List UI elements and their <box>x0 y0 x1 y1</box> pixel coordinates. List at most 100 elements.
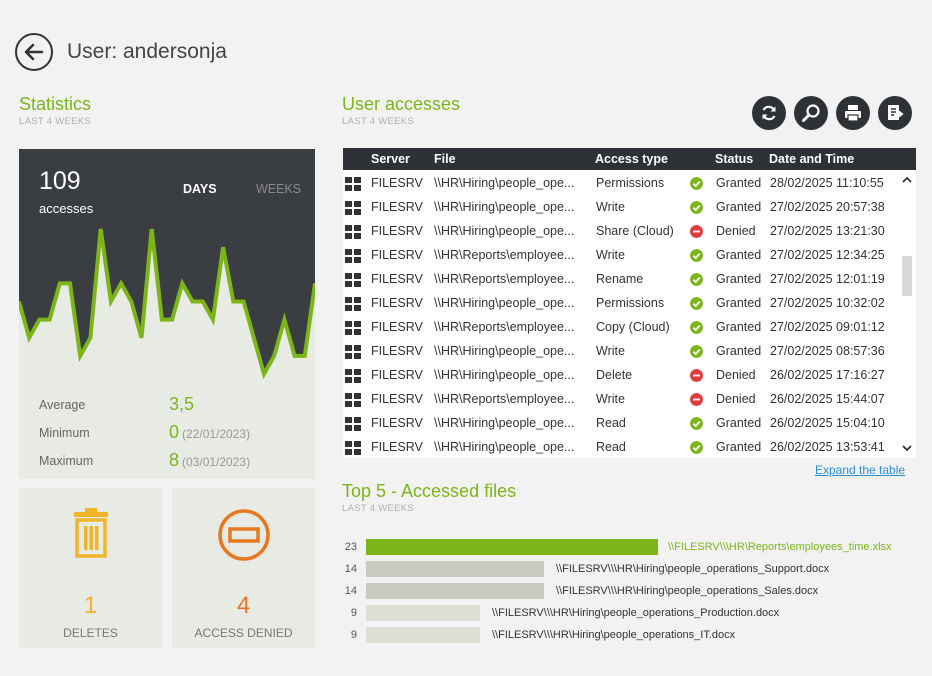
cell-file: \\HR\Reports\employee... <box>434 248 575 262</box>
deletes-card[interactable]: 1 DELETES <box>19 488 162 648</box>
arrow-left-icon <box>24 43 44 61</box>
cell-status: Denied <box>716 368 756 382</box>
table-row[interactable]: FILESRV \\HR\Reports\employee... Rename Gra… <box>343 268 898 292</box>
page-title: User: andersonja <box>67 40 227 63</box>
table-header: Server File Access type Status Date and … <box>343 148 916 170</box>
print-button[interactable] <box>836 96 870 130</box>
windows-icon <box>345 321 361 335</box>
export-button[interactable] <box>878 96 912 130</box>
user-accesses-subtitle: LAST 4 WEEKS <box>342 116 415 127</box>
windows-icon <box>345 441 361 455</box>
top5-bar <box>366 539 658 555</box>
top5-item[interactable]: 23 \\FILESRV\\\HR\Reports\employees_time.… <box>343 539 923 557</box>
top5-file: \\FILESRV\\\HR\Hiring\people_operations_… <box>492 629 736 641</box>
top5-item[interactable]: 14 \\FILESRV\\\HR\Hiring\people_operation… <box>343 561 923 579</box>
scroll-down-icon[interactable] <box>901 442 913 454</box>
accesses-table: Server File Access type Status Date and … <box>343 148 916 458</box>
top5-item[interactable]: 9 \\FILESRV\\\HR\Hiring\people_operations… <box>343 627 923 645</box>
table-row[interactable]: FILESRV \\HR\Reports\employee... Write Deni… <box>343 388 898 412</box>
windows-icon <box>345 201 361 215</box>
column-access-type[interactable]: Access type <box>595 152 668 166</box>
cell-file: \\HR\Hiring\people_ope... <box>434 200 575 214</box>
column-date-time[interactable]: Date and Time <box>769 152 854 166</box>
table-scrollbar[interactable] <box>898 170 916 458</box>
minus-circle-icon <box>690 393 703 406</box>
accesses-count: 109 <box>39 167 81 195</box>
top5-count: 14 <box>344 585 357 597</box>
stat-minimum: Minimum 0 (22/01/2023) <box>39 422 309 444</box>
check-circle-icon <box>690 345 703 358</box>
column-server[interactable]: Server <box>371 152 410 166</box>
table-row[interactable]: FILESRV \\HR\Hiring\people_ope... Permissi… <box>343 292 898 316</box>
cell-server: FILESRV <box>371 392 423 406</box>
scroll-up-icon[interactable] <box>901 174 913 186</box>
column-file[interactable]: File <box>434 152 456 166</box>
table-row[interactable]: FILESRV \\HR\Hiring\people_ope... Read Gran… <box>343 412 898 436</box>
cell-server: FILESRV <box>371 368 423 382</box>
cell-server: FILESRV <box>371 272 423 286</box>
statistics-subtitle: LAST 4 WEEKS <box>19 116 92 127</box>
cell-file: \\HR\Hiring\people_ope... <box>434 344 575 358</box>
tab-days[interactable]: DAYS <box>183 182 217 196</box>
cell-server: FILESRV <box>371 416 423 430</box>
top5-count: 9 <box>350 629 357 641</box>
stat-minimum-date: (22/01/2023) <box>182 427 251 441</box>
cell-file: \\HR\Hiring\people_ope... <box>434 224 575 238</box>
cell-date-time: 27/02/2025 09:01:12 <box>770 320 885 334</box>
cell-access-type: Write <box>596 200 625 214</box>
cell-file: \\HR\Hiring\people_ope... <box>434 296 575 310</box>
table-row[interactable]: FILESRV \\HR\Hiring\people_ope... Read Gran… <box>343 436 898 458</box>
cell-date-time: 27/02/2025 20:57:38 <box>770 200 885 214</box>
access-denied-card[interactable]: 4 ACCESS DENIED <box>172 488 315 648</box>
user-accesses-title: User accesses <box>342 94 461 114</box>
top5-bar <box>366 561 544 577</box>
top5-item[interactable]: 9 \\FILESRV\\\HR\Hiring\people_operations… <box>343 605 923 623</box>
minus-circle-icon <box>690 225 703 238</box>
check-circle-icon <box>690 321 703 334</box>
windows-icon <box>345 297 361 311</box>
table-row[interactable]: FILESRV \\HR\Hiring\people_ope... Write Gra… <box>343 196 898 220</box>
tab-weeks[interactable]: WEEKS <box>256 182 301 196</box>
refresh-button[interactable] <box>752 96 786 130</box>
table-row[interactable]: FILESRV \\HR\Hiring\people_ope... Share (C… <box>343 220 898 244</box>
cell-status: Granted <box>716 440 762 454</box>
expand-table-link[interactable]: Expand the table <box>815 463 905 477</box>
back-button[interactable] <box>15 33 53 71</box>
top5-file: \\FILESRV\\\HR\Reports\employees_time.xl… <box>668 541 892 553</box>
cell-file: \\HR\Hiring\people_ope... <box>434 416 575 430</box>
cell-access-type: Copy (Cloud) <box>596 320 670 334</box>
column-status[interactable]: Status <box>715 152 753 166</box>
cell-date-time: 27/02/2025 08:57:36 <box>770 344 885 358</box>
minus-circle-icon <box>690 369 703 382</box>
cell-access-type: Read <box>596 416 626 430</box>
table-row[interactable]: FILESRV \\HR\Reports\employee... Copy (Clo… <box>343 316 898 340</box>
scroll-thumb[interactable] <box>902 256 912 296</box>
top5-bar <box>366 605 480 621</box>
search-icon <box>802 104 820 122</box>
cell-date-time: 28/02/2025 11:10:55 <box>770 176 884 190</box>
cell-server: FILESRV <box>371 248 423 262</box>
deletes-value: 1 <box>83 592 98 619</box>
stat-maximum-value: 8 <box>169 450 180 470</box>
table-row[interactable]: FILESRV \\HR\Hiring\people_ope... Permissi… <box>343 172 898 196</box>
table-row[interactable]: FILESRV \\HR\Hiring\people_ope... Delete De… <box>343 364 898 388</box>
table-row[interactable]: FILESRV \\HR\Hiring\people_ope... Write Gra… <box>343 340 898 364</box>
top5-count: 14 <box>344 563 357 575</box>
top5-item[interactable]: 14 \\FILESRV\\\HR\Hiring\people_operation… <box>343 583 923 601</box>
cell-date-time: 27/02/2025 10:32:02 <box>770 296 885 310</box>
table-row[interactable]: FILESRV \\HR\Reports\employee... Write Gran… <box>343 244 898 268</box>
stat-maximum: Maximum 8 (03/01/2023) <box>39 450 309 472</box>
cell-status: Granted <box>716 416 762 430</box>
check-circle-icon <box>690 441 703 454</box>
search-button[interactable] <box>794 96 828 130</box>
stat-average: Average 3,5 <box>39 394 309 416</box>
cell-server: FILESRV <box>371 296 423 310</box>
cell-access-type: Write <box>596 344 625 358</box>
windows-icon <box>345 393 361 407</box>
cell-server: FILESRV <box>371 344 423 358</box>
cell-access-type: Write <box>596 392 625 406</box>
access-denied-value: 4 <box>236 592 251 619</box>
page-header: User: andersonja <box>15 33 227 71</box>
check-circle-icon <box>690 177 703 190</box>
top5-count: 23 <box>344 541 357 553</box>
